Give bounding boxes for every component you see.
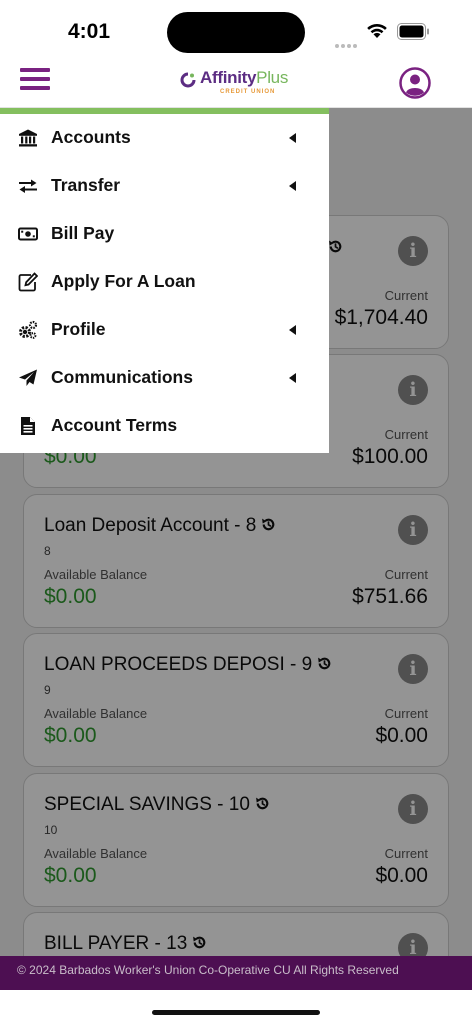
- app-header: AffinityPlus CREDIT UNION: [0, 58, 472, 108]
- gears-icon: [19, 320, 38, 339]
- logo-text-affinity: Affinity: [200, 68, 257, 87]
- battery-icon: [397, 23, 429, 40]
- status-time: 4:01: [68, 20, 111, 43]
- menu-item-transfer[interactable]: Transfer: [0, 162, 329, 210]
- user-profile-icon[interactable]: [399, 67, 431, 99]
- menu-item-accounts[interactable]: Accounts: [0, 114, 329, 162]
- menu-item-label: Accounts: [51, 127, 131, 147]
- menu-item-label: Apply For A Loan: [51, 271, 196, 291]
- bottom-safe-area: [0, 990, 472, 1024]
- hamburger-menu-icon[interactable]: [20, 68, 50, 94]
- affinity-plus-logo: AffinityPlus CREDIT UNION: [180, 68, 295, 100]
- menu-item-profile[interactable]: Profile: [0, 306, 329, 354]
- menu-item-apply-for-a-loan[interactable]: Apply For A Loan: [0, 258, 329, 306]
- logo-text-plus: Plus: [256, 68, 289, 87]
- wifi-icon: [367, 23, 387, 38]
- money-bill-icon: [18, 227, 38, 241]
- submenu-arrow-icon: [289, 325, 296, 335]
- home-indicator[interactable]: [152, 1010, 320, 1015]
- logo-mark-icon: [180, 72, 196, 88]
- submenu-arrow-icon: [289, 133, 296, 143]
- document-icon: [21, 417, 35, 435]
- menu-item-label: Communications: [51, 367, 193, 387]
- menu-item-label: Profile: [51, 319, 106, 339]
- status-bar: 4:01: [0, 0, 472, 58]
- signal-dots-icon: [335, 35, 361, 48]
- menu-item-bill-pay[interactable]: Bill Pay: [0, 210, 329, 258]
- edit-form-icon: [18, 272, 38, 292]
- submenu-arrow-icon: [289, 373, 296, 383]
- transfer-arrows-icon: [19, 179, 37, 193]
- menu-item-communications[interactable]: Communications: [0, 354, 329, 402]
- menu-item-label: Transfer: [51, 175, 121, 195]
- menu-item-label: Bill Pay: [51, 223, 115, 243]
- footer-copyright: © 2024 Barbados Worker's Union Co-Operat…: [0, 956, 472, 990]
- paper-plane-icon: [19, 369, 37, 386]
- bank-icon: [19, 129, 37, 147]
- dynamic-island: [167, 12, 305, 53]
- side-navigation-menu: Accounts Transfer Bill Pay Apply For A L…: [0, 108, 329, 453]
- menu-item-account-terms[interactable]: Account Terms: [0, 402, 329, 450]
- submenu-arrow-icon: [289, 181, 296, 191]
- logo-subtitle: CREDIT UNION: [220, 89, 276, 95]
- menu-item-label: Account Terms: [51, 415, 178, 435]
